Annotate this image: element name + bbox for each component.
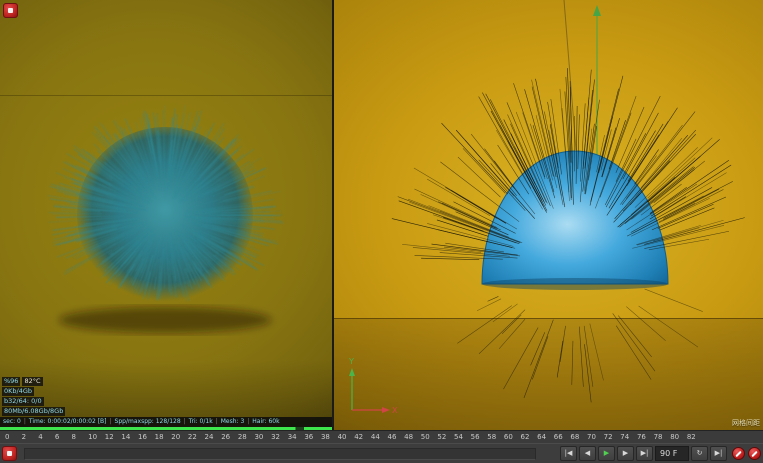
timeline-tick: 46 (387, 433, 397, 441)
current-frame-field[interactable]: 90 F (655, 446, 689, 461)
viewport-panel[interactable]: Y X 网格间距 (334, 0, 763, 430)
red-toggle-button-1[interactable] (732, 447, 745, 460)
timeline-tick: 8 (71, 433, 76, 441)
render-preview-panel: %96 82°C 0Kb/4Gb b32/64: 0/0 80Mb/6.08Gb… (0, 0, 332, 430)
play-button[interactable]: ▶ (598, 446, 615, 461)
red-toggle-group (732, 447, 761, 460)
status-separator: | (23, 418, 26, 425)
timeline-tick: 58 (487, 433, 497, 441)
status-segment: Hair: 60k (252, 418, 280, 425)
status-segment: Time: 0:00:02/0:00:02 [B] (28, 418, 107, 425)
timeline-tick: 18 (154, 433, 164, 441)
timeline-tick: 82 (686, 433, 696, 441)
bottom-bar: |◀ ◀ ▶ ▶ ▶| 90 F ↻ ▶| (0, 443, 763, 463)
timeline-tick: 60 (503, 433, 513, 441)
timeline-tick: 52 (437, 433, 447, 441)
status-segment: Tri: 0/1k (188, 418, 213, 425)
timeline-tick: 36 (304, 433, 314, 441)
timeline-tick: 54 (454, 433, 463, 441)
timeline-tick: 66 (553, 433, 563, 441)
timeline-tick: 20 (171, 433, 181, 441)
status-segment: Spp/maxspp: 128/128 (114, 418, 181, 425)
red-toggle-button-2[interactable] (748, 447, 761, 460)
hemisphere-base-shade (482, 278, 668, 290)
previous-frame-button[interactable]: ◀ (579, 446, 596, 461)
status-separator: | (215, 418, 218, 425)
status-segment: Mesh: 3 (220, 418, 245, 425)
timeline-tick: 10 (88, 433, 98, 441)
timeline-tick: 68 (570, 433, 580, 441)
timeline-tick: 32 (271, 433, 280, 441)
render-status-line: sec: 0 | Time: 0:00:02/0:00:02 [B] | Spp/max… (0, 417, 332, 427)
timeline-tick: 38 (320, 433, 330, 441)
timeline-tick: 64 (537, 433, 547, 441)
timeline-tick: 24 (204, 433, 214, 441)
record-icon[interactable] (2, 446, 17, 461)
dcc-app-window: %96 82°C 0Kb/4Gb b32/64: 0/0 80Mb/6.08Gb… (0, 0, 763, 463)
status-segment: sec: 0 (3, 418, 21, 425)
timeline-tick: 28 (237, 433, 247, 441)
timeline[interactable]: 0 2 4 6 8 10 12 14 16 18 20 22 24 26 28 30 32 34 36 38 40 42 4… (0, 430, 763, 444)
memory-stat-3: 80Mb/6.08Gb/8Gb (2, 407, 66, 416)
gpu-stats-row: %96 82°C (2, 377, 43, 386)
viewport-canvas[interactable]: Y X (334, 0, 763, 430)
timeline-tick: 14 (121, 433, 131, 441)
record-dot-icon (7, 451, 12, 456)
status-separator: | (109, 418, 112, 425)
timeline-tick: 30 (254, 433, 264, 441)
timeline-tick: 34 (287, 433, 297, 441)
timeline-tick: 42 (354, 433, 364, 441)
next-key-button[interactable]: ▶| (710, 446, 727, 461)
timeline-tick: 72 (603, 433, 613, 441)
fur-contact-shadow (59, 307, 271, 333)
indicator-dot-icon (8, 8, 13, 13)
timeline-tick: 76 (636, 433, 646, 441)
timeline-tick: 78 (653, 433, 663, 441)
timeline-tick: 16 (138, 433, 147, 441)
gpu-temp-value: 82°C (22, 377, 43, 386)
go-to-end-button[interactable]: ▶| (636, 446, 653, 461)
loop-button[interactable]: ↻ (691, 446, 708, 461)
memory-stat-1: 0Kb/4Gb (2, 387, 35, 396)
timeline-tick: 70 (587, 433, 596, 441)
timeline-tick: 40 (337, 433, 347, 441)
axis-y-label: Y (348, 357, 354, 366)
timeline-tick: 62 (520, 433, 530, 441)
timeline-tick: 80 (670, 433, 680, 441)
go-to-start-button[interactable]: |◀ (560, 446, 577, 461)
status-separator: | (247, 418, 250, 425)
time-slider-track[interactable] (24, 448, 536, 460)
timeline-tick: 74 (620, 433, 630, 441)
fur-ball-render (47, 105, 284, 333)
timeline-tick: 44 (370, 433, 380, 441)
status-separator: | (183, 418, 186, 425)
gpu-load-value: %96 (2, 377, 21, 386)
render-indicator-icon[interactable] (3, 3, 18, 18)
timeline-tick: 48 (404, 433, 414, 441)
timeline-tick: 22 (187, 433, 197, 441)
hemisphere-object[interactable] (481, 150, 669, 285)
timeline-tick: 50 (420, 433, 430, 441)
timeline-tick: 12 (104, 433, 114, 441)
timeline-tick: 56 (470, 433, 480, 441)
timeline-tick: 4 (38, 433, 43, 441)
axis-x-label: X (392, 406, 398, 415)
memory-stat-2: b32/64: 0/0 (2, 397, 44, 406)
next-frame-button[interactable]: ▶ (617, 446, 634, 461)
timeline-tick: 26 (221, 433, 231, 441)
timeline-tick: 6 (54, 433, 60, 441)
transport-controls: |◀ ◀ ▶ ▶ ▶| 90 F ↻ ▶| (560, 446, 727, 461)
viewport-axis-gizmo: Y X (348, 357, 398, 415)
render-stats-overlay: %96 82°C 0Kb/4Gb b32/64: 0/0 80Mb/6.08Gb… (2, 377, 66, 416)
timeline-tick: 0 (5, 433, 10, 441)
grid-spacing-label: 网格间距 (732, 419, 760, 427)
timeline-tick: 2 (21, 433, 27, 441)
